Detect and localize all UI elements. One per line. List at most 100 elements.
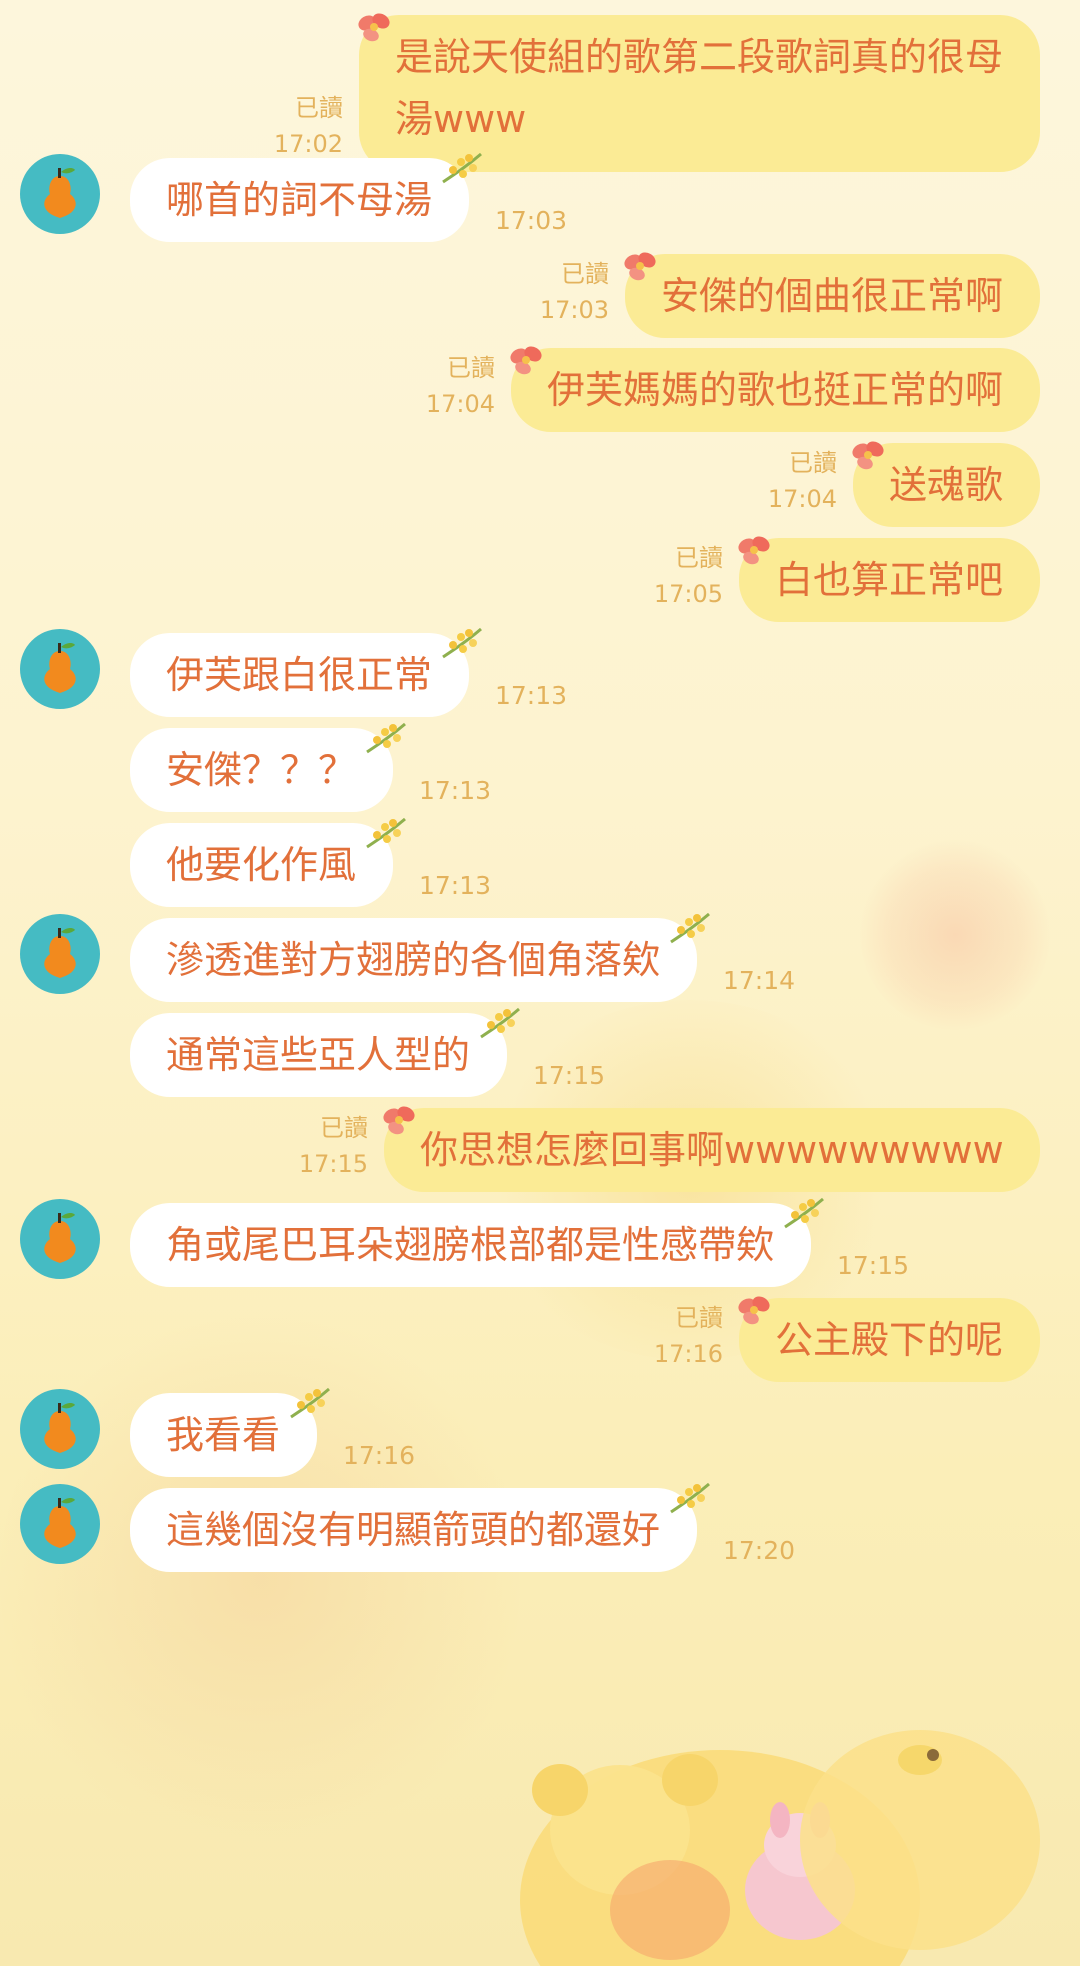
message-text: 安傑？？？ bbox=[166, 748, 357, 792]
message-time: 17:13 bbox=[495, 681, 568, 710]
message-text: 安傑的個曲很正常啊 bbox=[661, 274, 1004, 318]
message-meta: 已讀 17:16 bbox=[654, 1300, 723, 1372]
flower-bow-icon bbox=[737, 534, 773, 570]
message-row: 你思想怎麼回事啊wwwwwwwww 已讀 17:15 bbox=[0, 1106, 1080, 1192]
read-receipt: 已讀 bbox=[320, 1114, 368, 1142]
message-text: 滲透進對方翅膀的各個角落欸 bbox=[166, 938, 661, 982]
message-row: 伊芙媽媽的歌也挺正常的啊 已讀 17:04 bbox=[0, 346, 1080, 432]
background-wash bbox=[0, 1300, 520, 1860]
message-time: 17:15 bbox=[837, 1251, 910, 1280]
flower-bow-icon bbox=[737, 1294, 773, 1330]
message-row: 哪首的詞不母湯 17:03 bbox=[0, 152, 1080, 242]
received-message-bubble[interactable]: 安傑？？？ bbox=[130, 728, 393, 812]
received-message-bubble[interactable]: 他要化作風 bbox=[130, 823, 393, 907]
message-time: 17:16 bbox=[343, 1441, 416, 1470]
message-time: 17:15 bbox=[298, 1150, 368, 1178]
sent-message-bubble[interactable]: 公主殿下的呢 bbox=[739, 1298, 1040, 1382]
sent-message-bubble[interactable]: 白也算正常吧 bbox=[739, 538, 1040, 622]
message-time: 17:20 bbox=[723, 1536, 796, 1565]
flower-sprig-icon bbox=[439, 148, 485, 188]
message-text: 送魂歌 bbox=[889, 463, 1004, 507]
message-row: 白也算正常吧 已讀 17:05 bbox=[0, 536, 1080, 622]
orange-fruit-icon bbox=[44, 1213, 76, 1263]
message-text: 伊芙媽媽的歌也挺正常的啊 bbox=[547, 368, 1004, 412]
orange-fruit-icon bbox=[44, 1403, 76, 1453]
message-time: 17:14 bbox=[723, 966, 796, 995]
flower-sprig-icon bbox=[363, 813, 409, 853]
received-message-bubble[interactable]: 這幾個沒有明顯箭頭的都還好 bbox=[130, 1488, 697, 1572]
received-message-bubble[interactable]: 通常這些亞人型的 bbox=[130, 1013, 507, 1097]
message-meta: 已讀 17:05 bbox=[654, 540, 723, 612]
message-time: 17:02 bbox=[273, 130, 343, 158]
message-row: 角或尾巴耳朵翅膀根部都是性感帶欸 17:15 bbox=[0, 1197, 1080, 1287]
message-row: 通常這些亞人型的 17:15 bbox=[0, 1007, 1080, 1097]
message-row: 安傑？？？ 17:13 bbox=[0, 722, 1080, 812]
message-text: 他要化作風 bbox=[166, 843, 357, 887]
flower-sprig-icon bbox=[477, 1003, 523, 1043]
flower-bow-icon bbox=[509, 344, 545, 380]
message-text: 伊芙跟白很正常 bbox=[166, 653, 433, 697]
contact-avatar[interactable] bbox=[20, 154, 100, 234]
message-text: 湯www bbox=[395, 97, 527, 141]
orange-fruit-icon bbox=[44, 1498, 76, 1548]
sent-message-bubble[interactable]: 伊芙媽媽的歌也挺正常的啊 bbox=[511, 348, 1040, 432]
message-meta: 已讀 17:02 bbox=[274, 90, 343, 162]
flower-bow-icon bbox=[382, 1104, 418, 1140]
message-meta: 已讀 17:03 bbox=[540, 256, 609, 328]
message-meta: 已讀 17:15 bbox=[299, 1110, 368, 1182]
message-text: 公主殿下的呢 bbox=[775, 1318, 1004, 1362]
message-time: 17:05 bbox=[653, 580, 723, 608]
contact-avatar[interactable] bbox=[20, 1389, 100, 1469]
message-meta: 已讀 17:04 bbox=[768, 445, 837, 517]
orange-fruit-icon bbox=[44, 643, 76, 693]
flower-sprig-icon bbox=[363, 718, 409, 758]
message-row: 安傑的個曲很正常啊 已讀 17:03 bbox=[0, 252, 1080, 338]
message-meta: 已讀 17:04 bbox=[426, 350, 495, 422]
message-text: 通常這些亞人型的 bbox=[166, 1033, 471, 1077]
message-text: 角或尾巴耳朵翅膀根部都是性感帶欸 bbox=[166, 1223, 775, 1267]
message-time: 17:13 bbox=[419, 776, 492, 805]
flower-bow-icon bbox=[623, 250, 659, 286]
flower-sprig-icon bbox=[667, 908, 713, 948]
message-time: 17:03 bbox=[495, 206, 568, 235]
read-receipt: 已讀 bbox=[675, 1304, 723, 1332]
flower-sprig-icon bbox=[287, 1383, 333, 1423]
message-row: 這幾個沒有明顯箭頭的都還好 17:20 bbox=[0, 1482, 1080, 1572]
read-receipt: 已讀 bbox=[561, 260, 609, 288]
received-message-bubble[interactable]: 哪首的詞不母湯 bbox=[130, 158, 469, 242]
flower-bow-icon bbox=[357, 11, 393, 47]
contact-avatar[interactable] bbox=[20, 914, 100, 994]
contact-avatar[interactable] bbox=[20, 1199, 100, 1279]
message-text: 白也算正常吧 bbox=[775, 558, 1004, 602]
message-time: 17:16 bbox=[653, 1340, 723, 1368]
flower-bow-icon bbox=[851, 439, 887, 475]
flower-sprig-icon bbox=[439, 623, 485, 663]
message-time: 17:15 bbox=[533, 1061, 606, 1090]
flower-sprig-icon bbox=[781, 1193, 827, 1233]
message-text: 你思想怎麼回事啊wwwwwwwww bbox=[420, 1128, 1004, 1172]
message-row: 他要化作風 17:13 bbox=[0, 817, 1080, 907]
message-time: 17:04 bbox=[425, 390, 495, 418]
contact-avatar[interactable] bbox=[20, 1484, 100, 1564]
message-row: 公主殿下的呢 已讀 17:16 bbox=[0, 1296, 1080, 1382]
flower-sprig-icon bbox=[667, 1478, 713, 1518]
message-time: 17:13 bbox=[419, 871, 492, 900]
received-message-bubble[interactable]: 滲透進對方翅膀的各個角落欸 bbox=[130, 918, 697, 1002]
message-time: 17:04 bbox=[767, 485, 837, 513]
read-receipt: 已讀 bbox=[447, 354, 495, 382]
received-message-bubble[interactable]: 伊芙跟白很正常 bbox=[130, 633, 469, 717]
orange-fruit-icon bbox=[44, 928, 76, 978]
received-message-bubble[interactable]: 角或尾巴耳朵翅膀根部都是性感帶欸 bbox=[130, 1203, 811, 1287]
sent-message-bubble[interactable]: 你思想怎麼回事啊wwwwwwwww bbox=[384, 1108, 1040, 1192]
message-text: 是說天使組的歌第二段歌詞真的很母 bbox=[395, 35, 1004, 79]
read-receipt: 已讀 bbox=[675, 544, 723, 572]
message-row: 送魂歌 已讀 17:04 bbox=[0, 441, 1080, 527]
message-row: 滲透進對方翅膀的各個角落欸 17:14 bbox=[0, 912, 1080, 1002]
message-text: 這幾個沒有明顯箭頭的都還好 bbox=[166, 1508, 661, 1552]
sent-message-bubble[interactable]: 安傑的個曲很正常啊 bbox=[625, 254, 1040, 338]
message-row: 伊芙跟白很正常 17:13 bbox=[0, 627, 1080, 717]
read-receipt: 已讀 bbox=[295, 94, 343, 122]
message-text: 哪首的詞不母湯 bbox=[166, 178, 433, 222]
contact-avatar[interactable] bbox=[20, 629, 100, 709]
message-row: 是說天使組的歌第二段歌詞真的很母 湯www 已讀 17:02 bbox=[0, 13, 1080, 172]
